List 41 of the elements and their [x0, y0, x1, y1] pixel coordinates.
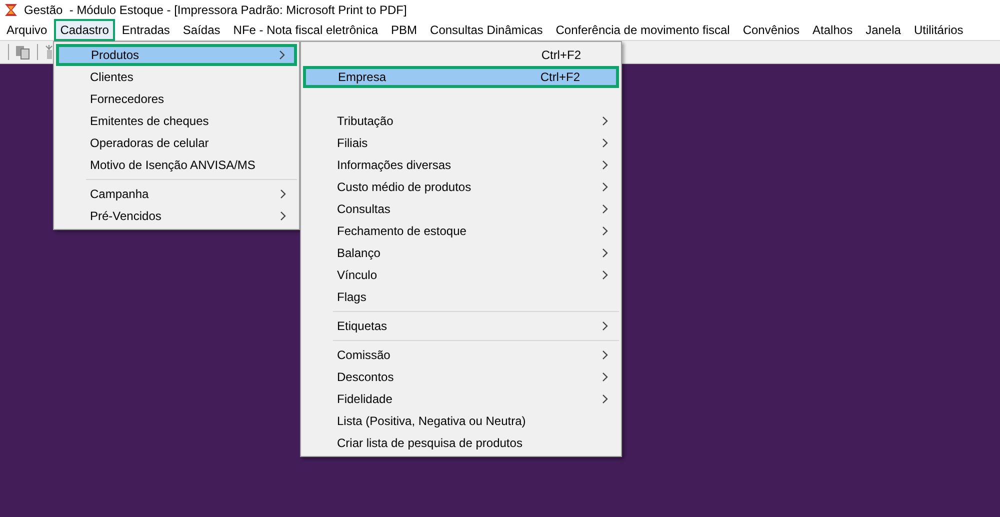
menu-bar-item[interactable]: Arquivo [0, 19, 54, 41]
menu-item[interactable]: Fidelidade [303, 388, 619, 410]
menu-bar-item[interactable]: Conferência de movimento fiscal [550, 19, 736, 41]
menu-bar-item[interactable]: PBM [385, 19, 424, 41]
menu-item[interactable]: Descontos [303, 366, 619, 388]
menu-item[interactable]: Informações diversas [303, 154, 619, 176]
menu-item[interactable]: Campanha [56, 183, 297, 205]
menu-item[interactable]: Flags [303, 286, 619, 308]
menu-item[interactable]: Tributação [303, 110, 619, 132]
copy-icon[interactable] [15, 44, 31, 60]
window-title: Gestão - Módulo Estoque - [Impressora Padrão: Microsoft Print to PDF] [24, 3, 407, 17]
menu-bar-item[interactable]: Atalhos [806, 19, 859, 41]
app-logo-icon [4, 3, 18, 17]
menu-item[interactable]: Empresa Ctrl+F2 [303, 66, 619, 88]
menu-item[interactable]: Etiquetas [303, 315, 619, 337]
menu-item[interactable]: Criar lista de pesquisa de produtos [303, 432, 619, 454]
menu-item[interactable]: Filiais [303, 132, 619, 154]
menu-bar-item[interactable]: Consultas Dinâmicas [424, 19, 549, 41]
menu-bar-item[interactable]: Cadastro [54, 19, 115, 41]
menu-item[interactable]: Comissão [303, 344, 619, 366]
menu-bar-item[interactable]: Saídas [176, 19, 226, 41]
menu-bar-item[interactable]: Janela [860, 19, 907, 41]
menu-item[interactable]: Consultas [303, 198, 619, 220]
menu-item[interactable]: Pré-Vencidos [56, 205, 297, 227]
menu-item[interactable]: Motivo de Isenção ANVISA/MS [56, 154, 297, 176]
menu-bar-item[interactable]: Utilitários [908, 19, 970, 41]
menu-item[interactable]: Ctrl+F2 [303, 44, 619, 66]
menu-item[interactable]: Fechamento de estoque [303, 220, 619, 242]
menu-item[interactable]: Custo médio de produtos [303, 176, 619, 198]
menu-item[interactable]: Clientes [56, 66, 297, 88]
menu-item[interactable]: Produtos [56, 44, 297, 66]
menu-item[interactable]: Emitentes de cheques [56, 110, 297, 132]
menu-item[interactable]: Fornecedores [56, 88, 297, 110]
menu-item[interactable]: Vínculo [303, 264, 619, 286]
menu-bar-item[interactable]: NFe - Nota fiscal eletrônica [227, 19, 384, 41]
menu-item[interactable]: Operadoras de celular [56, 132, 297, 154]
menu-item[interactable]: Lista (Positiva, Negativa ou Neutra) [303, 410, 619, 432]
menu-bar-item[interactable]: Entradas [116, 19, 176, 41]
menu-bar-item[interactable]: Convênios [736, 19, 806, 41]
tool-icon[interactable] [44, 44, 54, 60]
menu-item[interactable]: Balanço [303, 242, 619, 264]
